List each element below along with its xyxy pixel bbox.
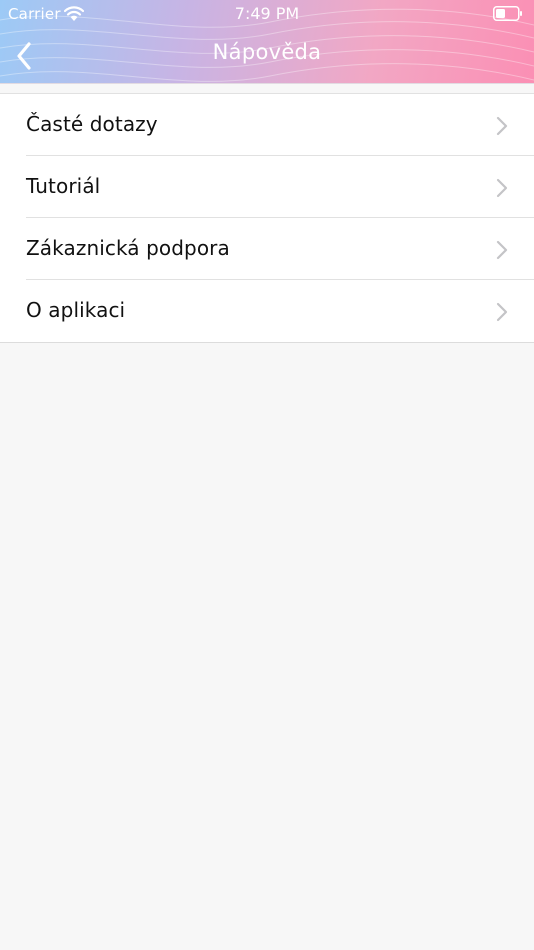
help-menu-list: Časté dotazy Tutoriál Zákaznická podpora… (0, 93, 534, 343)
page-title: Nápověda (212, 40, 322, 64)
menu-item-tutorial[interactable]: Tutoriál (0, 156, 534, 218)
navigation-bar: Nápověda (0, 28, 534, 83)
menu-item-customer-support[interactable]: Zákaznická podpora (0, 218, 534, 280)
menu-item-label: Časté dotazy (26, 112, 158, 136)
chevron-right-icon (496, 178, 508, 198)
status-time: 7:49 PM (234, 4, 300, 23)
chevron-right-icon (496, 240, 508, 260)
menu-item-faq[interactable]: Časté dotazy (0, 94, 534, 156)
menu-item-label: O aplikaci (26, 298, 126, 322)
menu-item-about-app[interactable]: O aplikaci (0, 280, 534, 342)
menu-item-label: Tutoriál (26, 174, 101, 198)
header: Carrier 7:49 PM Nápověda (0, 0, 534, 84)
chevron-right-icon (496, 302, 508, 322)
chevron-right-icon (496, 116, 508, 136)
menu-item-label: Zákaznická podpora (26, 236, 230, 260)
battery-icon (493, 6, 522, 21)
status-bar: Carrier 7:49 PM (0, 0, 534, 28)
